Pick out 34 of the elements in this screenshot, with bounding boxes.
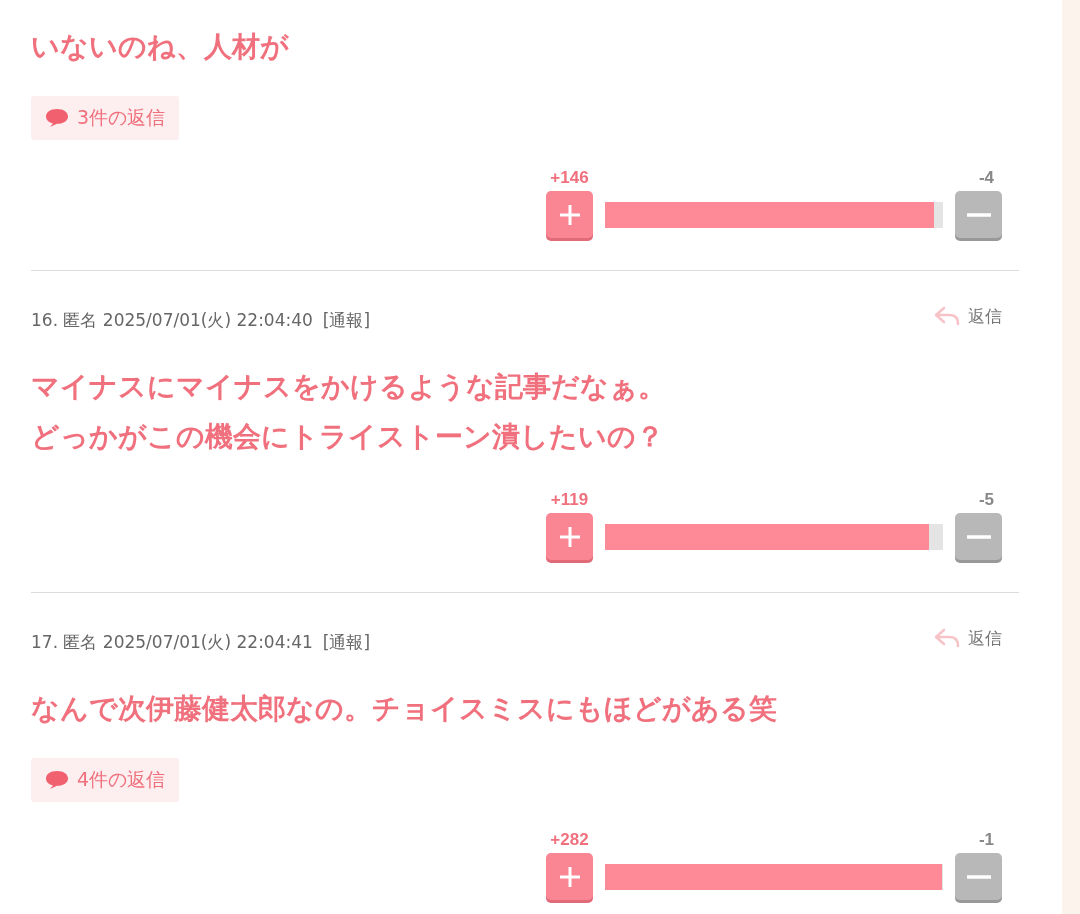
plus-icon bbox=[558, 203, 581, 226]
minus-icon bbox=[966, 874, 991, 879]
comment-meta: 16. 匿名 2025/07/01(火) 22:04:40 bbox=[31, 308, 313, 332]
reply-button[interactable]: 返信 bbox=[934, 626, 1019, 650]
plus-count: +282 bbox=[550, 830, 589, 850]
minus-button[interactable] bbox=[955, 513, 1002, 560]
replies-button[interactable]: 4件の返信 bbox=[31, 758, 180, 802]
speech-bubble-icon bbox=[45, 770, 69, 790]
plus-button[interactable] bbox=[546, 513, 593, 560]
speech-bubble-icon bbox=[45, 108, 69, 128]
plus-icon bbox=[558, 865, 581, 888]
plus-count: +119 bbox=[550, 490, 589, 510]
reply-arrow-icon bbox=[934, 306, 960, 326]
plus-count: +146 bbox=[550, 168, 589, 188]
report-link[interactable]: [通報] bbox=[322, 308, 371, 332]
minus-count: -1 bbox=[978, 830, 995, 850]
minus-icon bbox=[966, 212, 991, 217]
comment-meta: 17. 匿名 2025/07/01(火) 22:04:41 bbox=[31, 630, 313, 654]
report-link[interactable]: [通報] bbox=[322, 630, 371, 654]
minus-icon bbox=[966, 534, 991, 539]
minus-count: -4 bbox=[978, 168, 995, 188]
plus-button[interactable] bbox=[546, 191, 593, 238]
minus-button[interactable] bbox=[955, 853, 1002, 900]
plus-icon bbox=[558, 525, 581, 548]
plus-button[interactable] bbox=[546, 853, 593, 900]
minus-count: -5 bbox=[978, 490, 995, 510]
reply-button[interactable]: 返信 bbox=[934, 304, 1019, 328]
comment-text: どっかがこの機会にトライストーン潰したいの？ bbox=[31, 419, 665, 455]
replies-button[interactable]: 3件の返信 bbox=[31, 96, 180, 140]
comment-text: いないのね、人材が bbox=[31, 29, 290, 65]
minus-button[interactable] bbox=[955, 191, 1002, 238]
comment-text: マイナスにマイナスをかけるような記事だなぁ。 bbox=[31, 369, 667, 405]
comment-text: なんで次伊藤健太郎なの。チョイスミスにもほどがある笑 bbox=[31, 691, 778, 727]
reply-arrow-icon bbox=[934, 628, 960, 648]
